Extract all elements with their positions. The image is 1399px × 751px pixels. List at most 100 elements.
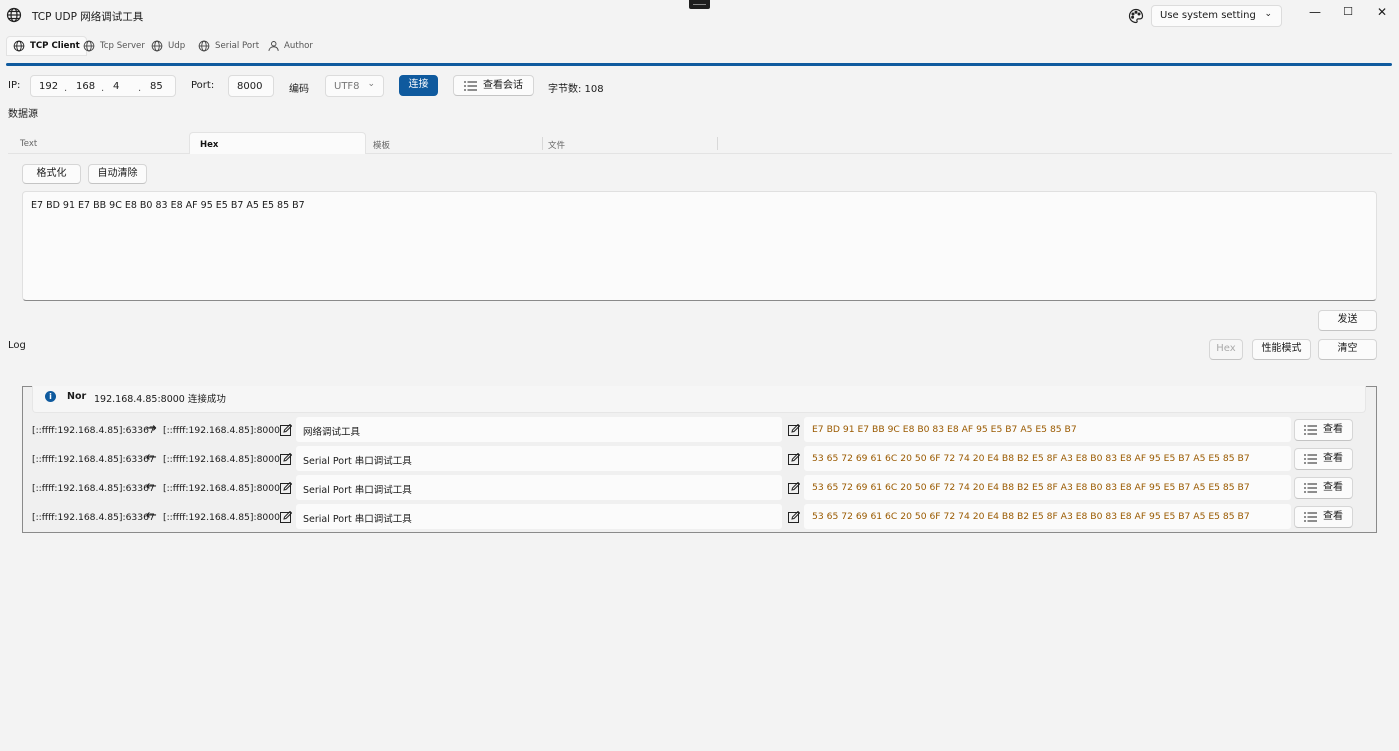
edit-icon[interactable] (280, 424, 292, 436)
ds-tab-file[interactable]: 文件 (538, 132, 575, 154)
remote-address: [::ffff:192.168.4.85]:8000 (163, 512, 280, 523)
message-text-cell: Serial Port 串口调试工具 (296, 446, 782, 471)
list-icon (1304, 425, 1317, 435)
encoding-label: 编码 (289, 84, 309, 95)
port-input[interactable]: 8000 (228, 75, 274, 97)
view-session-button[interactable]: 查看会话 (453, 75, 534, 96)
minimize-button[interactable]: — (1303, 4, 1327, 22)
view-button[interactable]: 查看 (1294, 448, 1353, 470)
view-button[interactable]: 查看 (1294, 477, 1353, 499)
message-hex: 53 65 72 69 61 6C 20 50 6F 72 74 20 E4 B… (812, 453, 1250, 464)
info-text: 192.168.4.85:8000 连接成功 (94, 394, 226, 405)
view-label: 查看 (1323, 482, 1343, 493)
log-row: [::ffff:192.168.4.85]:63367 ← [::ffff:19… (26, 475, 1376, 501)
auto-clear-button[interactable]: 自动清除 (88, 164, 147, 184)
camera-notch (689, 0, 710, 9)
window-title: TCP UDP 网络调试工具 (32, 11, 144, 23)
list-icon (464, 80, 477, 91)
local-address: [::ffff:192.168.4.85]:63367 (32, 425, 155, 436)
local-address: [::ffff:192.168.4.85]:63367 (32, 454, 155, 465)
log-row: [::ffff:192.168.4.85]:63367 ← [::ffff:19… (26, 446, 1376, 472)
theme-select[interactable]: Use system setting ⌄ (1151, 5, 1282, 27)
view-button[interactable]: 查看 (1294, 506, 1353, 528)
tab-label: Author (284, 41, 313, 51)
ip-octet-4[interactable]: 85 (150, 81, 163, 92)
direction-arrow: → (146, 421, 157, 436)
edit-icon[interactable] (280, 482, 292, 494)
view-label: 查看 (1323, 453, 1343, 464)
info-message (32, 386, 1366, 413)
message-hex: E7 BD 91 E7 BB 9C E8 B0 83 E8 AF 95 E5 B… (812, 424, 1077, 435)
globe-icon (83, 40, 95, 52)
send-button[interactable]: 发送 (1318, 310, 1377, 331)
message-text: Serial Port 串口调试工具 (303, 485, 412, 496)
ip-input[interactable]: 192 . 168 . 4 . 85 (30, 75, 176, 97)
view-session-label: 查看会话 (483, 79, 523, 91)
direction-arrow: ← (146, 479, 157, 494)
edit-icon[interactable] (788, 424, 800, 436)
globe-icon (151, 40, 163, 52)
tab-label: TCP Client (30, 41, 80, 51)
list-icon (1304, 512, 1317, 522)
edit-icon[interactable] (788, 511, 800, 523)
palette-icon[interactable] (1128, 8, 1144, 24)
log-label: Log (8, 340, 26, 351)
ip-dot: . (138, 83, 142, 94)
tab-author[interactable]: Author (261, 36, 319, 56)
chevron-down-icon: ⌄ (367, 79, 375, 89)
message-text: Serial Port 串口调试工具 (303, 456, 412, 467)
tab-divider (717, 137, 718, 150)
ds-tab-template[interactable]: 模板 (363, 132, 400, 154)
ip-octet-1[interactable]: 192 (39, 81, 58, 92)
format-button[interactable]: 格式化 (22, 164, 81, 184)
close-button[interactable]: ✕ (1370, 4, 1394, 22)
message-hex-cell: 53 65 72 69 61 6C 20 50 6F 72 74 20 E4 B… (804, 475, 1291, 500)
direction-arrow: ← (146, 450, 157, 465)
message-hex-cell: 53 65 72 69 61 6C 20 50 6F 72 74 20 E4 B… (804, 446, 1291, 471)
performance-mode-button[interactable]: 性能模式 (1252, 339, 1311, 360)
edit-icon[interactable] (788, 453, 800, 465)
direction-arrow: ← (146, 508, 157, 523)
remote-address: [::ffff:192.168.4.85]:8000 (163, 425, 280, 436)
edit-icon[interactable] (280, 453, 292, 465)
clear-log-button[interactable]: 清空 (1318, 339, 1377, 360)
message-text-cell: 网络调试工具 (296, 417, 782, 442)
connect-button[interactable]: 连接 (399, 75, 438, 96)
globe-icon (198, 40, 210, 52)
message-hex: 53 65 72 69 61 6C 20 50 6F 72 74 20 E4 B… (812, 482, 1250, 493)
ip-label: IP: (8, 80, 21, 91)
ip-octet-2[interactable]: 168 (76, 81, 95, 92)
ds-tab-hex[interactable]: Hex (189, 132, 366, 154)
tab-tcp-server[interactable]: Tcp Server (77, 36, 151, 56)
tab-label: Udp (168, 41, 186, 51)
list-icon (1304, 454, 1317, 464)
tab-serial-port[interactable]: Serial Port (192, 36, 265, 56)
hex-toggle-button[interactable]: Hex (1209, 339, 1243, 360)
ds-tab-text[interactable]: Text (10, 132, 47, 154)
ip-dot: . (64, 83, 68, 94)
tab-label: Tcp Server (100, 41, 145, 51)
edit-icon[interactable] (788, 482, 800, 494)
hex-input[interactable]: E7 BD 91 E7 BB 9C E8 B0 83 E8 AF 95 E5 B… (22, 191, 1377, 301)
log-row: [::ffff:192.168.4.85]:63367 ← [::ffff:19… (26, 504, 1376, 530)
maximize-button[interactable]: ☐ (1336, 4, 1360, 22)
view-button[interactable]: 查看 (1294, 419, 1353, 441)
list-icon (1304, 483, 1317, 493)
log-level: Nor (67, 391, 87, 402)
view-label: 查看 (1323, 424, 1343, 435)
edit-icon[interactable] (280, 511, 292, 523)
theme-select-value: Use system setting (1160, 10, 1256, 21)
local-address: [::ffff:192.168.4.85]:63367 (32, 512, 155, 523)
encoding-select[interactable]: UTF8 ⌄ (325, 75, 384, 97)
globe-icon (6, 7, 22, 23)
message-hex-cell: 53 65 72 69 61 6C 20 50 6F 72 74 20 E4 B… (804, 504, 1291, 529)
ip-octet-3[interactable]: 4 (113, 81, 119, 92)
remote-address: [::ffff:192.168.4.85]:8000 (163, 454, 280, 465)
tab-udp[interactable]: Udp (145, 36, 191, 56)
byte-count: 字节数: 108 (548, 84, 604, 95)
tab-tcp-client[interactable]: TCP Client (6, 36, 87, 56)
globe-icon (13, 40, 25, 52)
message-hex: 53 65 72 69 61 6C 20 50 6F 72 74 20 E4 B… (812, 511, 1250, 522)
log-row: [::ffff:192.168.4.85]:63367 → [::ffff:19… (26, 417, 1376, 443)
info-icon: i (45, 391, 56, 402)
